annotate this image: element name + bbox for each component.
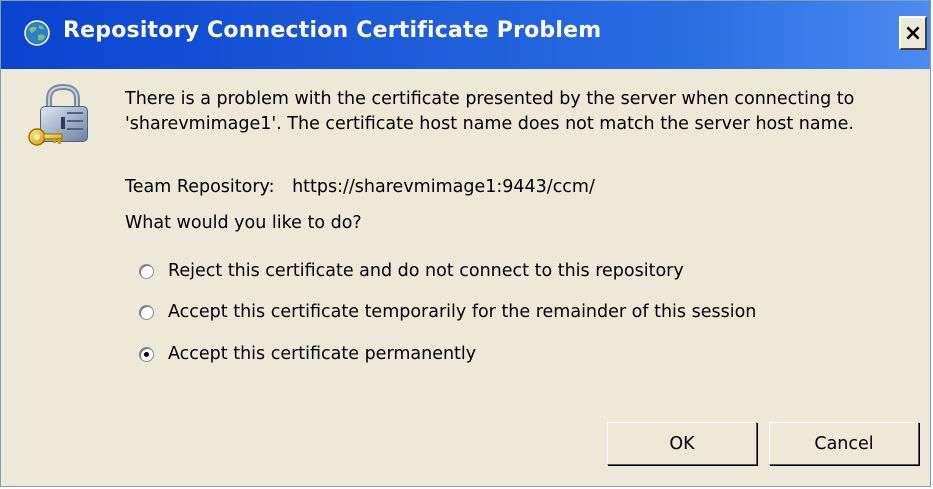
certificate-dialog: Repository Connection Certificate Proble… — [0, 0, 931, 487]
repository-url: https://sharevmimage1:9443/ccm/ — [292, 177, 595, 197]
repository-line: Team Repository: https://sharevmimage1:9… — [125, 177, 595, 197]
accept-permanently-radio[interactable] — [139, 346, 154, 362]
reject-radio[interactable] — [139, 263, 154, 279]
option-accept-temporarily[interactable]: Accept this certificate temporarily for … — [139, 299, 756, 325]
globe-icon — [24, 20, 50, 46]
option-accept-permanently[interactable]: Accept this certificate permanently — [139, 341, 476, 367]
option-label: Accept this certificate permanently — [168, 344, 477, 364]
ok-button[interactable]: OK — [607, 422, 757, 465]
dialog-body: There is a problem with the certificate … — [1, 69, 930, 486]
title-bar[interactable]: Repository Connection Certificate Proble… — [1, 1, 930, 69]
accept-temporarily-radio[interactable] — [139, 304, 154, 320]
question-text: What would you like to do? — [125, 213, 362, 233]
lock-key-icon — [28, 83, 88, 146]
option-label: Reject this certificate and do not conne… — [168, 261, 684, 281]
option-label: Accept this certificate temporarily for … — [168, 302, 757, 322]
dialog-title: Repository Connection Certificate Proble… — [63, 18, 602, 43]
close-button[interactable]: × — [899, 16, 927, 50]
repository-label: Team Repository: — [125, 177, 275, 197]
option-reject[interactable]: Reject this certificate and do not conne… — [139, 258, 684, 284]
problem-message: There is a problem with the certificate … — [125, 89, 855, 134]
cancel-button[interactable]: Cancel — [769, 422, 919, 465]
close-icon: × — [903, 20, 923, 46]
